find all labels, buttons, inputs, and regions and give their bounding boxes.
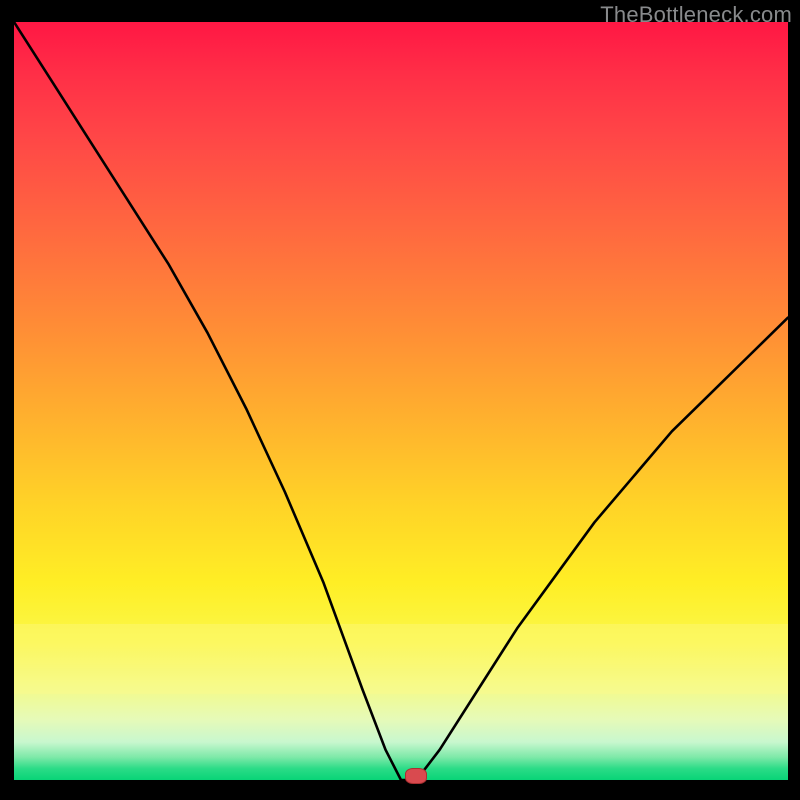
bottleneck-curve (14, 22, 788, 780)
minimum-marker (405, 768, 427, 784)
chart-frame (14, 22, 788, 780)
